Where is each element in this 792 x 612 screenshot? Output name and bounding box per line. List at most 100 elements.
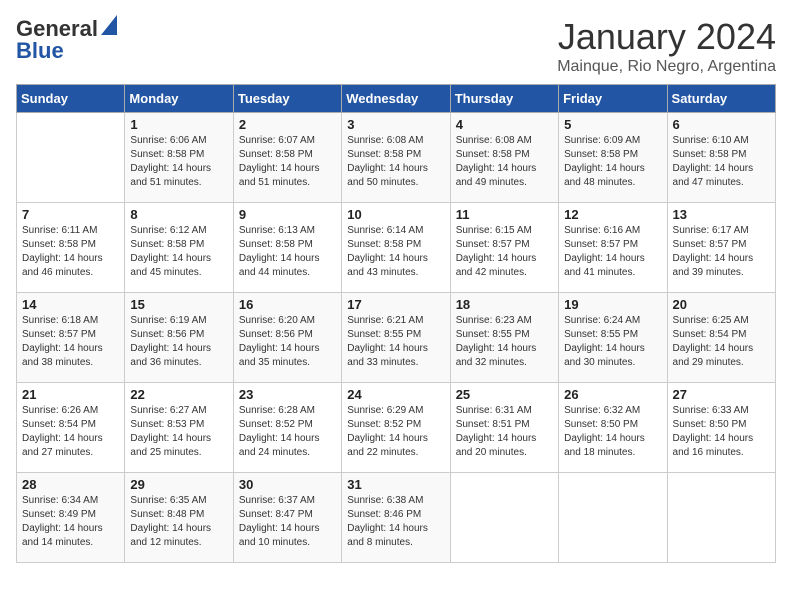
day-info: Sunrise: 6:25 AM Sunset: 8:54 PM Dayligh… bbox=[673, 314, 770, 370]
calendar-cell: 11 Sunrise: 6:15 AM Sunset: 8:57 PM Dayli… bbox=[450, 203, 558, 293]
day-info: Sunrise: 6:10 AM Sunset: 8:58 PM Dayligh… bbox=[673, 134, 770, 190]
calendar-week-row: 1 Sunrise: 6:06 AM Sunset: 8:58 PM Daylig… bbox=[17, 113, 776, 203]
header: General Blue January 2024 Mainque, Rio N… bbox=[16, 16, 776, 76]
day-number: 12 bbox=[564, 207, 661, 222]
day-number: 6 bbox=[673, 117, 770, 132]
calendar-cell: 2 Sunrise: 6:07 AM Sunset: 8:58 PM Daylig… bbox=[233, 113, 341, 203]
month-title: January 2024 bbox=[557, 16, 776, 58]
calendar-cell: 29 Sunrise: 6:35 AM Sunset: 8:48 PM Dayli… bbox=[125, 473, 233, 563]
calendar-cell: 12Sunrise: 6:16 AM Sunset: 8:57 PM Dayli… bbox=[559, 203, 667, 293]
day-number: 2 bbox=[239, 117, 336, 132]
calendar-cell bbox=[450, 473, 558, 563]
calendar-cell bbox=[17, 113, 125, 203]
day-number: 10 bbox=[347, 207, 444, 222]
calendar-cell: 27 Sunrise: 6:33 AM Sunset: 8:50 PM Dayli… bbox=[667, 383, 775, 473]
day-info: Sunrise: 6:14 AM Sunset: 8:58 PM Dayligh… bbox=[347, 224, 444, 280]
day-number: 30 bbox=[239, 477, 336, 492]
col-thursday: Thursday bbox=[450, 85, 558, 113]
calendar-cell: 13 Sunrise: 6:17 AM Sunset: 8:57 PM Dayli… bbox=[667, 203, 775, 293]
calendar-cell: 21Sunrise: 6:26 AM Sunset: 8:54 PM Dayli… bbox=[17, 383, 125, 473]
day-info: Sunrise: 6:33 AM Sunset: 8:50 PM Dayligh… bbox=[673, 404, 770, 460]
calendar-cell: 15 Sunrise: 6:19 AM Sunset: 8:56 PM Dayli… bbox=[125, 293, 233, 383]
day-number: 11 bbox=[456, 207, 553, 222]
header-row: Sunday Monday Tuesday Wednesday Thursday… bbox=[17, 85, 776, 113]
day-info: Sunrise: 6:08 AM Sunset: 8:58 PM Dayligh… bbox=[347, 134, 444, 190]
calendar-cell: 25Sunrise: 6:31 AM Sunset: 8:51 PM Dayli… bbox=[450, 383, 558, 473]
day-info: Sunrise: 6:13 AM Sunset: 8:58 PM Dayligh… bbox=[239, 224, 336, 280]
day-number: 1 bbox=[130, 117, 227, 132]
day-number: 19 bbox=[564, 297, 661, 312]
day-number: 8 bbox=[130, 207, 227, 222]
calendar-week-row: 28Sunrise: 6:34 AM Sunset: 8:49 PM Dayli… bbox=[17, 473, 776, 563]
calendar-cell: 4Sunrise: 6:08 AM Sunset: 8:58 PM Daylig… bbox=[450, 113, 558, 203]
day-number: 24 bbox=[347, 387, 444, 402]
day-number: 15 bbox=[130, 297, 227, 312]
calendar-cell: 18 Sunrise: 6:23 AM Sunset: 8:55 PM Dayli… bbox=[450, 293, 558, 383]
day-number: 13 bbox=[673, 207, 770, 222]
calendar-cell: 26 Sunrise: 6:32 AM Sunset: 8:50 PM Dayli… bbox=[559, 383, 667, 473]
day-info: Sunrise: 6:20 AM Sunset: 8:56 PM Dayligh… bbox=[239, 314, 336, 370]
logo-blue: Blue bbox=[16, 38, 64, 64]
calendar-cell: 6 Sunrise: 6:10 AM Sunset: 8:58 PM Daylig… bbox=[667, 113, 775, 203]
day-number: 5 bbox=[564, 117, 661, 132]
calendar-cell: 17Sunrise: 6:21 AM Sunset: 8:55 PM Dayli… bbox=[342, 293, 450, 383]
day-number: 26 bbox=[564, 387, 661, 402]
logo-triangle bbox=[101, 15, 117, 40]
day-info: Sunrise: 6:32 AM Sunset: 8:50 PM Dayligh… bbox=[564, 404, 661, 460]
day-number: 28 bbox=[22, 477, 119, 492]
calendar-cell: 16 Sunrise: 6:20 AM Sunset: 8:56 PM Dayli… bbox=[233, 293, 341, 383]
logo: General Blue bbox=[16, 16, 117, 64]
day-number: 7 bbox=[22, 207, 119, 222]
calendar-cell: 8 Sunrise: 6:12 AM Sunset: 8:58 PM Daylig… bbox=[125, 203, 233, 293]
col-tuesday: Tuesday bbox=[233, 85, 341, 113]
day-info: Sunrise: 6:38 AM Sunset: 8:46 PM Dayligh… bbox=[347, 494, 444, 550]
calendar-cell: 28Sunrise: 6:34 AM Sunset: 8:49 PM Dayli… bbox=[17, 473, 125, 563]
day-number: 31 bbox=[347, 477, 444, 492]
calendar-cell: 23Sunrise: 6:28 AM Sunset: 8:52 PM Dayli… bbox=[233, 383, 341, 473]
calendar-cell: 22Sunrise: 6:27 AM Sunset: 8:53 PM Dayli… bbox=[125, 383, 233, 473]
day-info: Sunrise: 6:19 AM Sunset: 8:56 PM Dayligh… bbox=[130, 314, 227, 370]
day-info: Sunrise: 6:24 AM Sunset: 8:55 PM Dayligh… bbox=[564, 314, 661, 370]
calendar-cell: 1 Sunrise: 6:06 AM Sunset: 8:58 PM Daylig… bbox=[125, 113, 233, 203]
calendar-cell: 3 Sunrise: 6:08 AM Sunset: 8:58 PM Daylig… bbox=[342, 113, 450, 203]
day-info: Sunrise: 6:37 AM Sunset: 8:47 PM Dayligh… bbox=[239, 494, 336, 550]
col-wednesday: Wednesday bbox=[342, 85, 450, 113]
day-info: Sunrise: 6:23 AM Sunset: 8:55 PM Dayligh… bbox=[456, 314, 553, 370]
calendar-cell: 9 Sunrise: 6:13 AM Sunset: 8:58 PM Daylig… bbox=[233, 203, 341, 293]
calendar-cell: 31 Sunrise: 6:38 AM Sunset: 8:46 PM Dayli… bbox=[342, 473, 450, 563]
calendar-cell: 19 Sunrise: 6:24 AM Sunset: 8:55 PM Dayli… bbox=[559, 293, 667, 383]
day-info: Sunrise: 6:11 AM Sunset: 8:58 PM Dayligh… bbox=[22, 224, 119, 280]
calendar-table: Sunday Monday Tuesday Wednesday Thursday… bbox=[16, 84, 776, 563]
day-number: 27 bbox=[673, 387, 770, 402]
calendar-cell: 7 Sunrise: 6:11 AM Sunset: 8:58 PM Daylig… bbox=[17, 203, 125, 293]
col-friday: Friday bbox=[559, 85, 667, 113]
day-info: Sunrise: 6:12 AM Sunset: 8:58 PM Dayligh… bbox=[130, 224, 227, 280]
calendar-cell: 24Sunrise: 6:29 AM Sunset: 8:52 PM Dayli… bbox=[342, 383, 450, 473]
day-info: Sunrise: 6:07 AM Sunset: 8:58 PM Dayligh… bbox=[239, 134, 336, 190]
calendar-cell: 30 Sunrise: 6:37 AM Sunset: 8:47 PM Dayli… bbox=[233, 473, 341, 563]
day-number: 21 bbox=[22, 387, 119, 402]
calendar-cell: 5Sunrise: 6:09 AM Sunset: 8:58 PM Daylig… bbox=[559, 113, 667, 203]
calendar-week-row: 7 Sunrise: 6:11 AM Sunset: 8:58 PM Daylig… bbox=[17, 203, 776, 293]
day-info: Sunrise: 6:17 AM Sunset: 8:57 PM Dayligh… bbox=[673, 224, 770, 280]
day-info: Sunrise: 6:35 AM Sunset: 8:48 PM Dayligh… bbox=[130, 494, 227, 550]
day-info: Sunrise: 6:27 AM Sunset: 8:53 PM Dayligh… bbox=[130, 404, 227, 460]
calendar-week-row: 14Sunrise: 6:18 AM Sunset: 8:57 PM Dayli… bbox=[17, 293, 776, 383]
day-number: 9 bbox=[239, 207, 336, 222]
calendar-cell bbox=[559, 473, 667, 563]
day-info: Sunrise: 6:15 AM Sunset: 8:57 PM Dayligh… bbox=[456, 224, 553, 280]
calendar-cell: 10 Sunrise: 6:14 AM Sunset: 8:58 PM Dayli… bbox=[342, 203, 450, 293]
day-info: Sunrise: 6:06 AM Sunset: 8:58 PM Dayligh… bbox=[130, 134, 227, 190]
day-number: 18 bbox=[456, 297, 553, 312]
day-number: 14 bbox=[22, 297, 119, 312]
day-number: 16 bbox=[239, 297, 336, 312]
calendar-cell: 20Sunrise: 6:25 AM Sunset: 8:54 PM Dayli… bbox=[667, 293, 775, 383]
title-area: January 2024 Mainque, Rio Negro, Argenti… bbox=[557, 16, 776, 76]
day-number: 3 bbox=[347, 117, 444, 132]
day-number: 29 bbox=[130, 477, 227, 492]
calendar-cell bbox=[667, 473, 775, 563]
day-number: 17 bbox=[347, 297, 444, 312]
day-info: Sunrise: 6:31 AM Sunset: 8:51 PM Dayligh… bbox=[456, 404, 553, 460]
col-saturday: Saturday bbox=[667, 85, 775, 113]
location-title: Mainque, Rio Negro, Argentina bbox=[557, 58, 776, 76]
